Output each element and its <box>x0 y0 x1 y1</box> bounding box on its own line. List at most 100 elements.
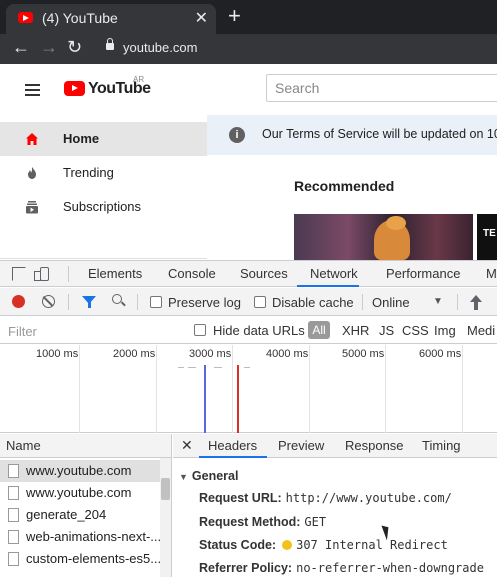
reload-button[interactable]: ↻ <box>67 37 82 58</box>
header-key: Referrer Policy: <box>199 561 293 575</box>
sidebar-item-subscriptions[interactable]: Subscriptions <box>0 190 207 224</box>
header-value: GET <box>304 515 327 529</box>
timeline-tick-label: 1000 ms <box>36 348 79 360</box>
request-bar <box>244 367 250 368</box>
timeline-tick-label: 3000 ms <box>189 348 232 360</box>
header-key: Request URL: <box>199 491 282 505</box>
tab-response[interactable]: Response <box>345 438 404 453</box>
preserve-log-label: Preserve log <box>168 295 241 310</box>
browser-tab[interactable]: (4) YouTube ✕ <box>6 4 216 34</box>
network-overview-timeline[interactable]: 1000 ms 2000 ms 3000 ms 4000 ms 5000 ms … <box>0 345 497 433</box>
active-tab-indicator <box>297 285 359 287</box>
preserve-log-checkbox[interactable] <box>150 296 162 308</box>
disable-cache-checkbox[interactable] <box>254 296 266 308</box>
tab-preview[interactable]: Preview <box>278 438 324 453</box>
search-icon[interactable] <box>112 294 122 304</box>
request-detail-panel: ✕ Headers Preview Response Timing ▼ Gener… <box>173 434 497 577</box>
sidebar-item-label: Home <box>63 131 100 146</box>
browser-tab-strip: (4) YouTube ✕ + <box>0 0 497 34</box>
sidebar-divider <box>0 258 207 259</box>
new-tab-button[interactable]: + <box>228 4 241 28</box>
request-row[interactable]: web-animations-next-... <box>0 526 160 548</box>
type-filter-js[interactable]: JS <box>379 323 394 338</box>
request-bar <box>188 367 196 368</box>
divider <box>137 294 138 310</box>
active-tab-indicator <box>199 456 267 458</box>
request-row[interactable]: generate_204 <box>0 504 160 526</box>
tos-banner: i Our Terms of Service will be updated o… <box>207 115 497 155</box>
filter-input[interactable]: Filter <box>8 324 37 339</box>
device-toolbar-icon[interactable] <box>34 267 49 281</box>
video-thumbnail[interactable]: TE <box>477 214 497 260</box>
hide-data-urls-checkbox[interactable] <box>194 324 206 336</box>
type-filter-img[interactable]: Img <box>434 323 456 338</box>
header-row-referrer-policy: Referrer Policy: no-referrer-when-downgra… <box>199 561 484 575</box>
request-name: generate_204 <box>26 507 107 522</box>
region-code: AR <box>133 75 145 84</box>
sidebar-item-trending[interactable]: Trending <box>0 156 207 190</box>
triangle-down-icon: ▼ <box>179 472 188 482</box>
requests-column-header[interactable]: Name <box>0 434 171 458</box>
request-row[interactable]: www.youtube.com <box>0 460 160 482</box>
document-icon <box>8 486 19 500</box>
import-har-icon[interactable] <box>470 295 482 310</box>
throttling-select[interactable]: Online <box>372 295 410 310</box>
sidebar-item-home[interactable]: Home <box>0 122 207 156</box>
disable-cache-label: Disable cache <box>272 295 354 310</box>
request-row[interactable]: custom-elements-es5... <box>0 548 160 570</box>
tab-timing[interactable]: Timing <box>422 438 461 453</box>
video-thumbnail[interactable] <box>294 214 473 260</box>
filter-icon[interactable] <box>82 296 96 308</box>
request-row[interactable]: www.youtube.com <box>0 482 160 504</box>
timeline-tick-label: 5000 ms <box>342 348 385 360</box>
general-section-toggle[interactable]: ▼ General <box>179 469 238 483</box>
type-filter-media[interactable]: Medi <box>467 323 495 338</box>
tab-console[interactable]: Console <box>168 266 216 281</box>
back-button[interactable]: ← <box>12 37 30 58</box>
requests-scrollbar[interactable] <box>160 458 171 577</box>
dom-content-loaded-marker <box>204 365 206 433</box>
forward-button[interactable]: → <box>40 37 58 58</box>
tab-headers[interactable]: Headers <box>208 438 257 453</box>
tab-close-icon[interactable]: ✕ <box>195 8 208 28</box>
tab-sources[interactable]: Sources <box>240 266 288 281</box>
type-filter-xhr[interactable]: XHR <box>342 323 369 338</box>
network-toolbar: Preserve log Disable cache Online ▼ <box>0 288 497 316</box>
subscriptions-icon <box>26 201 38 214</box>
section-title: Recommended <box>294 178 395 194</box>
tab-more[interactable]: M <box>486 266 497 281</box>
document-icon <box>8 552 19 566</box>
document-icon <box>8 464 19 478</box>
lock-icon[interactable] <box>106 38 114 50</box>
close-icon[interactable]: ✕ <box>181 437 193 454</box>
header-row-request-url: Request URL: http://www.youtube.com/ <box>199 491 452 505</box>
timeline-tick-label: 2000 ms <box>113 348 156 360</box>
inspect-element-icon[interactable] <box>12 267 26 281</box>
address-bar[interactable]: youtube.com <box>123 40 197 55</box>
header-row-request-method: Request Method: GET <box>199 515 326 529</box>
scrollbar-thumb[interactable] <box>161 478 170 500</box>
tab-performance[interactable]: Performance <box>386 266 460 281</box>
requests-list: Name www.youtube.com www.youtube.com gen… <box>0 434 172 577</box>
document-icon <box>8 530 19 544</box>
timeline-gridline <box>232 345 233 433</box>
sidebar-item-label: Trending <box>63 165 114 180</box>
record-icon[interactable] <box>12 295 25 308</box>
type-filter-css[interactable]: CSS <box>402 323 429 338</box>
divider <box>68 266 69 282</box>
clear-icon[interactable] <box>42 295 55 308</box>
type-filter-all[interactable]: All <box>308 321 330 339</box>
search-input[interactable]: Search <box>266 74 497 102</box>
devtools-tab-bar: Elements Console Sources Network Perform… <box>0 261 497 287</box>
tab-title: (4) YouTube <box>42 10 118 26</box>
timeline-gridline <box>385 345 386 433</box>
tab-network[interactable]: Network <box>310 266 358 281</box>
request-name: web-animations-next-... <box>26 529 160 544</box>
tab-elements[interactable]: Elements <box>88 266 142 281</box>
timeline-gridline <box>462 345 463 433</box>
timeline-gridline <box>79 345 80 433</box>
menu-icon[interactable] <box>25 84 40 96</box>
divider <box>457 294 458 310</box>
chevron-down-icon[interactable]: ▼ <box>433 296 443 307</box>
youtube-favicon-icon <box>18 12 33 23</box>
